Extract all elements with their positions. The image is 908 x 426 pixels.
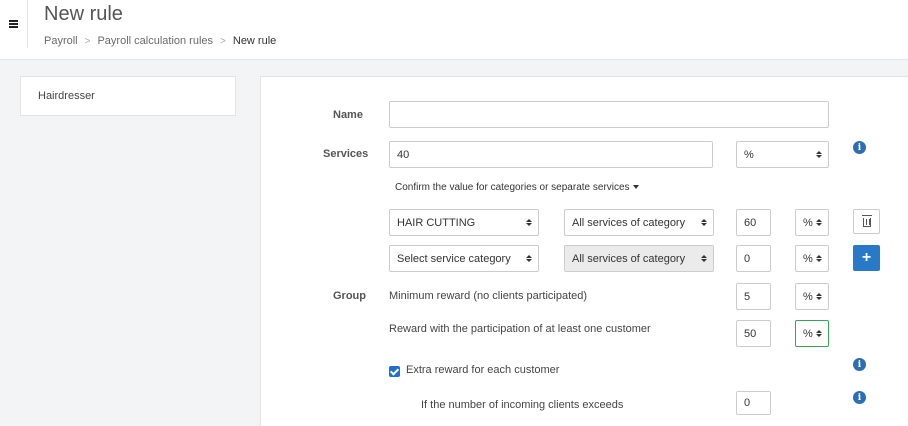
services-value-input[interactable]: 40: [389, 141, 713, 168]
select-arrows-icon: [815, 255, 822, 262]
rule-form: Name Services 40 % i Confirm the value f…: [260, 76, 908, 426]
min-reward-unit-select[interactable]: %: [795, 283, 829, 310]
select-arrows-icon: [815, 330, 822, 337]
category-select-value: HAIR CUTTING: [397, 216, 476, 229]
category-value-input-2[interactable]: 0: [736, 245, 771, 272]
category-select-1[interactable]: HAIR CUTTING: [389, 209, 539, 236]
participation-unit-select[interactable]: %: [795, 320, 829, 347]
name-label: Name: [333, 109, 363, 121]
min-reward-label: Minimum reward (no clients participated): [389, 290, 588, 302]
clients-exceed-label: If the number of incoming clients exceed…: [421, 399, 624, 411]
select-arrows-icon: [700, 255, 707, 262]
name-input[interactable]: [389, 101, 829, 128]
category-unit-select-2[interactable]: %: [795, 245, 829, 272]
breadcrumb: Payroll > Payroll calculation rules > Ne…: [44, 35, 276, 47]
select-arrows-icon: [700, 219, 707, 226]
unit-select-value: %: [803, 290, 813, 303]
unit-select-value: %: [803, 216, 813, 229]
min-reward-input[interactable]: 5: [736, 283, 771, 310]
confirm-link-label: Confirm the value for categories or sepa…: [395, 182, 630, 193]
info-icon[interactable]: i: [853, 358, 866, 371]
services-label: Services: [323, 148, 369, 160]
breadcrumb-separator: >: [220, 35, 226, 47]
select-arrows-icon: [815, 151, 822, 158]
scope-select-value: All services of category: [572, 252, 686, 265]
menu-icon[interactable]: [0, 0, 28, 48]
trash-icon: [861, 215, 872, 227]
info-icon[interactable]: i: [853, 141, 866, 154]
sidebar-item-label: Hairdresser: [38, 90, 95, 102]
delete-row-button[interactable]: [853, 209, 880, 234]
scope-select-1[interactable]: All services of category: [564, 209, 714, 236]
category-unit-select-1[interactable]: %: [795, 209, 829, 236]
category-select-value: Select service category: [397, 252, 511, 265]
add-row-button[interactable]: +: [853, 245, 880, 271]
unit-select-value: %: [803, 327, 813, 340]
caret-down-icon: [632, 185, 639, 190]
unit-select-value: %: [803, 252, 813, 265]
services-unit-value: %: [744, 148, 754, 161]
breadcrumb-current: New rule: [232, 35, 277, 47]
services-unit-select[interactable]: %: [736, 141, 829, 168]
select-arrows-icon: [525, 255, 532, 262]
breadcrumb-separator: >: [84, 35, 91, 47]
page-title: New rule: [44, 3, 123, 25]
category-value-input-1[interactable]: 60: [736, 209, 771, 236]
select-arrows-icon: [525, 219, 532, 226]
scope-select-value: All services of category: [572, 216, 686, 229]
category-select-2[interactable]: Select service category: [389, 245, 539, 272]
participation-reward-label: Reward with the participation of at leas…: [389, 323, 651, 335]
page-header: New rule Payroll > Payroll calculation r…: [0, 0, 908, 60]
extra-reward-checkbox[interactable]: [389, 366, 400, 377]
select-arrows-icon: [815, 219, 822, 226]
sidebar-item-hairdresser[interactable]: Hairdresser: [20, 76, 236, 116]
scope-select-2[interactable]: All services of category: [564, 245, 714, 272]
clients-exceed-input[interactable]: 0: [736, 391, 771, 415]
select-arrows-icon: [815, 293, 822, 300]
participation-reward-input[interactable]: 50: [736, 320, 771, 347]
extra-reward-label[interactable]: Extra reward for each customer: [406, 364, 559, 376]
breadcrumb-payroll[interactable]: Payroll: [44, 35, 78, 47]
group-label: Group: [333, 290, 366, 302]
info-icon[interactable]: i: [853, 391, 866, 404]
breadcrumb-payroll-rules[interactable]: Payroll calculation rules: [97, 35, 213, 47]
confirm-categories-link[interactable]: Confirm the value for categories or sepa…: [395, 182, 639, 193]
